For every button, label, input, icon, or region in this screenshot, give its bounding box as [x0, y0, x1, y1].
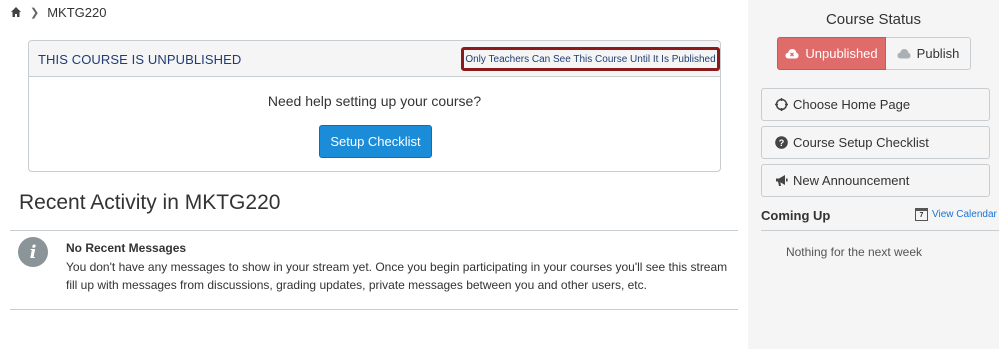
view-calendar-link[interactable]: 7 View Calendar: [915, 208, 997, 221]
notice-title: THIS COURSE IS UNPUBLISHED: [38, 52, 242, 67]
chevron-right-icon: ❯: [30, 6, 40, 19]
choose-home-page-label: Choose Home Page: [793, 97, 911, 112]
unpublished-button[interactable]: Unpublished: [777, 37, 886, 70]
publish-toggle: Unpublished Publish: [777, 37, 971, 70]
unpublished-label: Unpublished: [805, 46, 878, 61]
recent-activity-title: Recent Activity in MKTG220: [19, 191, 281, 214]
course-setup-checklist-button[interactable]: ? Course Setup Checklist: [761, 126, 990, 159]
divider: [10, 230, 738, 231]
notice-flag: Only Teachers Can See This Course Until …: [461, 47, 720, 71]
divider: [10, 309, 738, 310]
info-icon: i: [18, 237, 48, 267]
view-calendar-label: View Calendar: [932, 209, 997, 220]
unpublished-notice: THIS COURSE IS UNPUBLISHED Only Teachers…: [28, 40, 721, 172]
breadcrumb-course[interactable]: MKTG220: [47, 5, 106, 20]
course-setup-checklist-label: Course Setup Checklist: [793, 135, 929, 150]
calendar-icon: 7: [915, 208, 928, 221]
notice-header: THIS COURSE IS UNPUBLISHED Only Teachers…: [29, 41, 720, 77]
breadcrumb: ❯ MKTG220: [10, 4, 106, 20]
setup-checklist-button[interactable]: Setup Checklist: [319, 125, 432, 158]
divider: [761, 230, 999, 231]
crosshair-icon: [775, 98, 788, 111]
new-announcement-label: New Announcement: [793, 173, 910, 188]
right-sidebar: Course Status Unpublished Publish Choose…: [748, 0, 999, 349]
publish-label: Publish: [916, 46, 960, 61]
question-circle-icon: ?: [775, 136, 788, 149]
svg-text:?: ?: [779, 138, 785, 148]
cloud-icon: [897, 48, 911, 59]
notice-help-text: Need help setting up your course?: [267, 93, 482, 109]
no-upcoming-text: Nothing for the next week: [785, 245, 923, 259]
stream-body: You don't have any messages to show in y…: [66, 260, 728, 292]
coming-up-heading: Coming Up: [761, 208, 831, 223]
new-announcement-button[interactable]: New Announcement: [761, 164, 990, 197]
megaphone-icon: [775, 174, 788, 187]
home-icon[interactable]: [10, 6, 22, 18]
stream-heading: No Recent Messages: [66, 241, 187, 255]
course-status-title: Course Status: [825, 11, 922, 28]
cloud-x-icon: [785, 48, 799, 59]
publish-button[interactable]: Publish: [886, 37, 971, 70]
choose-home-page-button[interactable]: Choose Home Page: [761, 88, 990, 121]
